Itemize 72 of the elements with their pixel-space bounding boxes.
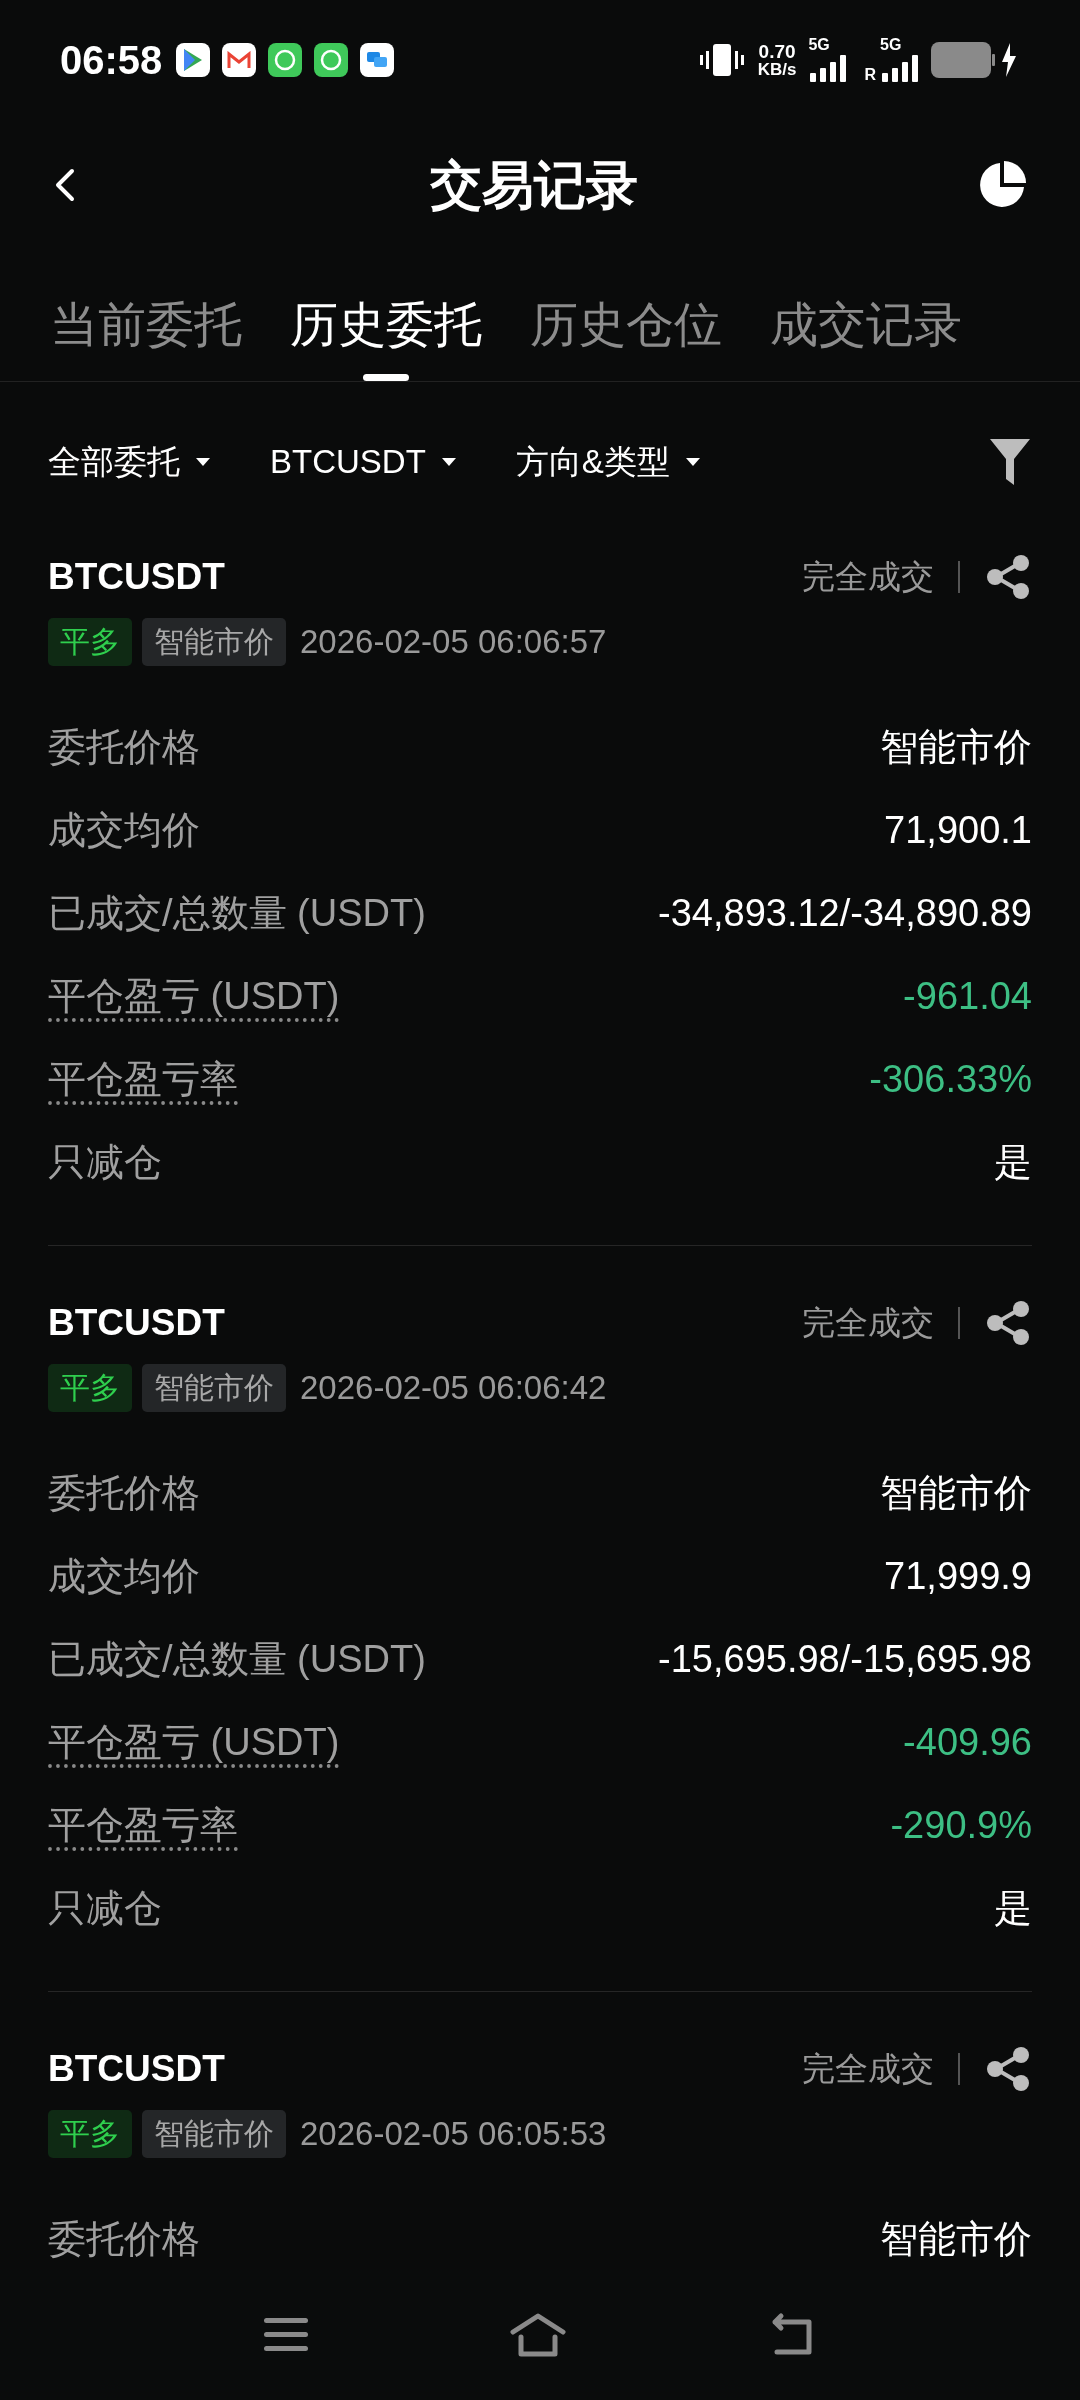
field-label: 委托价格 — [48, 2217, 200, 2262]
field-value: 是 — [994, 1140, 1032, 1185]
order-time: 2026-02-05 06:05:53 — [300, 2114, 607, 2155]
side-tag: 平多 — [48, 618, 132, 666]
order-time: 2026-02-05 06:06:57 — [300, 622, 607, 663]
home-icon[interactable] — [509, 2312, 567, 2358]
symbol-title: BTCUSDT — [48, 555, 225, 600]
field-label: 成交均价 — [48, 1554, 200, 1599]
caret-icon — [683, 456, 702, 468]
share-icon[interactable] — [984, 1299, 1032, 1347]
caret-icon — [439, 456, 458, 468]
filter-dropdown[interactable]: BTCUSDT — [270, 437, 458, 487]
order-type-tag: 智能市价 — [142, 2110, 286, 2158]
field-value: 智能市价 — [880, 725, 1032, 770]
field-value: 智能市价 — [880, 2217, 1032, 2262]
mail-icon — [222, 43, 257, 77]
chat-app-icon — [314, 43, 349, 77]
vibrate-icon — [699, 42, 744, 78]
share-icon[interactable] — [984, 553, 1032, 601]
field-label: 只减仓 — [48, 1140, 162, 1185]
order-type-tag: 智能市价 — [142, 1364, 286, 1412]
symbol-title: BTCUSDT — [48, 1301, 225, 1346]
share-icon[interactable] — [984, 2045, 1032, 2093]
field-label: 平仓盈亏 (USDT) — [48, 974, 340, 1019]
field-value: -306.33% — [869, 1057, 1032, 1102]
signal-icon — [808, 53, 849, 83]
order-status: 完全成交 — [802, 1303, 934, 1344]
field-label: 委托价格 — [48, 1471, 200, 1516]
order-status: 完全成交 — [802, 2049, 934, 2090]
field-label: 平仓盈亏率 — [48, 1803, 238, 1848]
field-value: -34,893.12/-34,890.89 — [658, 891, 1032, 936]
clock: 06:58 — [60, 37, 163, 84]
filter-icon[interactable] — [988, 437, 1032, 487]
field-label: 平仓盈亏 (USDT) — [48, 1720, 340, 1765]
field-value: -409.96 — [903, 1720, 1032, 1765]
field-label: 委托价格 — [48, 725, 200, 770]
caret-icon — [194, 456, 212, 468]
filter-dropdown[interactable]: 方向&类型 — [515, 437, 702, 487]
network-speed-unit: KB/s — [757, 61, 797, 78]
field-value: -15,695.98/-15,695.98 — [658, 1637, 1032, 1682]
order-status: 完全成交 — [802, 557, 934, 598]
field-label: 只减仓 — [48, 1886, 162, 1931]
field-value: 是 — [994, 1886, 1032, 1931]
field-value: -961.04 — [903, 974, 1032, 1019]
order-time: 2026-02-05 06:06:42 — [300, 1368, 607, 1409]
play-store-icon — [176, 43, 211, 77]
tab[interactable]: 历史仓位 — [530, 250, 722, 381]
page-title: 交易记录 — [430, 155, 638, 216]
field-value: 71,900.1 — [884, 808, 1032, 853]
field-label: 成交均价 — [48, 808, 200, 853]
roaming-indicator: R — [864, 67, 876, 83]
filter-dropdown[interactable]: 全部委托 — [48, 437, 212, 487]
tab[interactable]: 当前委托 — [50, 250, 242, 381]
field-value: 智能市价 — [880, 1471, 1032, 1516]
field-value: 71,999.9 — [884, 1554, 1032, 1599]
tab[interactable]: 成交记录 — [770, 250, 962, 381]
tab[interactable]: 历史委托 — [290, 250, 482, 381]
field-label: 平仓盈亏率 — [48, 1057, 238, 1102]
side-tag: 平多 — [48, 1364, 132, 1412]
field-label: 已成交/总数量 (USDT) — [48, 1637, 426, 1682]
chat-app-icon — [268, 43, 303, 77]
field-value: -290.9% — [890, 1803, 1032, 1848]
message-app-icon — [360, 43, 395, 77]
network-type: 5G — [808, 37, 830, 53]
menu-icon[interactable] — [263, 2316, 309, 2354]
network-type: 5G — [880, 37, 902, 53]
network-speed: 0.70 — [758, 42, 796, 61]
side-tag: 平多 — [48, 2110, 132, 2158]
symbol-title: BTCUSDT — [48, 2047, 225, 2092]
signal-icon — [880, 53, 920, 83]
field-label: 已成交/总数量 (USDT) — [48, 891, 426, 936]
order-type-tag: 智能市价 — [142, 618, 286, 666]
